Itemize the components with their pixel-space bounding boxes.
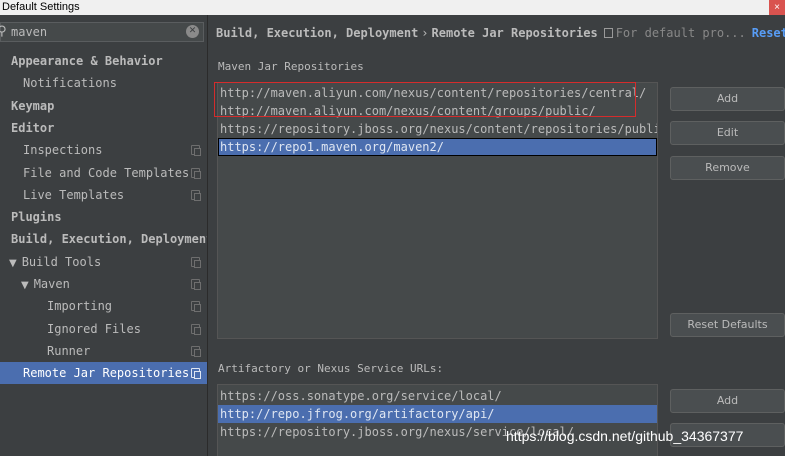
close-icon[interactable]: × (769, 0, 785, 15)
settings-sidebar: ⚲ maven ✕ Appearance & Behavior Notificat… (0, 15, 208, 456)
copy-icon (191, 145, 201, 157)
search-icon: ⚲ (0, 24, 7, 39)
sidebar-item-notifications[interactable]: Notifications (0, 72, 207, 94)
sidebar-item-label: Plugins (11, 210, 62, 225)
sidebar-item-file-and-code-templates[interactable]: File and Code Templates (0, 162, 207, 184)
copy-icon (191, 301, 201, 313)
sidebar-item-inspections[interactable]: Inspections (0, 139, 207, 161)
clear-search-icon[interactable]: ✕ (186, 25, 199, 38)
maven-repositories-list[interactable]: http://maven.aliyun.com/nexus/content/re… (217, 82, 658, 339)
search-value[interactable]: maven (11, 25, 47, 39)
sidebar-item-label: Build, Execution, Deployment (11, 232, 207, 247)
breadcrumb-separator: › (421, 26, 429, 40)
scope-label: For default pro... (615, 26, 746, 40)
artifactory-section-label: Artifactory or Nexus Service URLs: (218, 362, 444, 375)
window-titlebar: Default Settings × (0, 0, 785, 15)
sidebar-item-label: Inspections (23, 143, 103, 158)
reset-link[interactable]: Reset (752, 26, 785, 40)
sidebar-item-build-execution-deployment[interactable]: Build, Execution, Deployment (0, 228, 207, 250)
service-urls-list[interactable]: https://oss.sonatype.org/service/local/h… (217, 384, 658, 456)
list-item[interactable]: https://repo1.maven.org/maven2/ (218, 138, 657, 156)
list-item[interactable]: http://maven.aliyun.com/nexus/content/re… (218, 84, 657, 102)
watermark: https://blog.csdn.net/github_34367377 (506, 428, 744, 444)
copy-icon (191, 368, 201, 380)
copy-icon (603, 28, 613, 38)
sidebar-item-label: File and Code Templates (23, 165, 190, 180)
breadcrumb-current: Remote Jar Repositories (431, 26, 598, 40)
copy-icon (191, 189, 201, 201)
sidebar-item-label: Importing (47, 299, 113, 314)
sidebar-item-label: Editor (11, 120, 55, 135)
sidebar-item-label: Keymap (11, 98, 55, 113)
sidebar-item-label: Remote Jar Repositories (23, 366, 190, 381)
list-item[interactable]: http://repo.jfrog.org/artifactory/api/ (218, 405, 657, 423)
sidebar-item-maven[interactable]: ▼ Maven (0, 273, 207, 295)
sidebar-item-runner[interactable]: Runner (0, 340, 207, 362)
maven-section-label: Maven Jar Repositories (218, 60, 364, 73)
list-item[interactable]: https://oss.sonatype.org/service/local/ (218, 387, 657, 405)
copy-icon (191, 345, 201, 357)
search-input[interactable]: ⚲ maven ✕ (0, 22, 204, 42)
sidebar-item-importing[interactable]: Importing (0, 295, 207, 317)
add-service-url-button[interactable]: Add (670, 389, 785, 413)
copy-icon (191, 279, 201, 290)
sidebar-item-label: Live Templates (23, 187, 125, 202)
breadcrumb: Build, Execution, Deployment › Remote Jar … (216, 26, 785, 42)
remove-repository-button[interactable]: Remove (670, 156, 785, 180)
sidebar-item-label: Notifications (23, 76, 117, 91)
list-item[interactable]: http://maven.aliyun.com/nexus/content/gr… (218, 102, 657, 120)
sidebar-item-live-templates[interactable]: Live Templates (0, 184, 207, 206)
breadcrumb-parent: Build, Execution, Deployment (216, 26, 419, 40)
sidebar-item-plugins[interactable]: Plugins (0, 206, 207, 228)
sidebar-item-label: Appearance & Behavior (11, 54, 163, 68)
add-repository-button[interactable]: Add (670, 87, 785, 111)
list-item[interactable]: https://repository.jboss.org/nexus/conte… (218, 120, 657, 138)
copy-icon (191, 256, 201, 268)
sidebar-item-label: Maven (33, 277, 70, 291)
sidebar-item-build-tools[interactable]: ▼ Build Tools (0, 251, 207, 273)
copy-icon (191, 323, 201, 335)
window-title: Default Settings (2, 1, 80, 13)
sidebar-item-label: Build Tools (21, 254, 102, 269)
sidebar-item-label: Ignored Files (47, 321, 141, 336)
sidebar-item-keymap[interactable]: Keymap (0, 95, 207, 117)
expand-arrow-icon[interactable]: ▼ (9, 258, 17, 269)
sidebar-item-appearance-behavior[interactable]: Appearance & Behavior (0, 50, 207, 72)
sidebar-item-remote-jar-repositories[interactable]: Remote Jar Repositories (0, 362, 207, 385)
edit-repository-button[interactable]: Edit (670, 121, 785, 145)
reset-defaults-button[interactable]: Reset Defaults (670, 313, 785, 337)
expand-arrow-icon[interactable]: ▼ (21, 280, 29, 291)
sidebar-item-editor[interactable]: Editor (0, 117, 207, 139)
sidebar-item-ignored-files[interactable]: Ignored Files (0, 318, 207, 340)
sidebar-item-label: Runner (47, 343, 91, 358)
copy-icon (191, 167, 201, 179)
